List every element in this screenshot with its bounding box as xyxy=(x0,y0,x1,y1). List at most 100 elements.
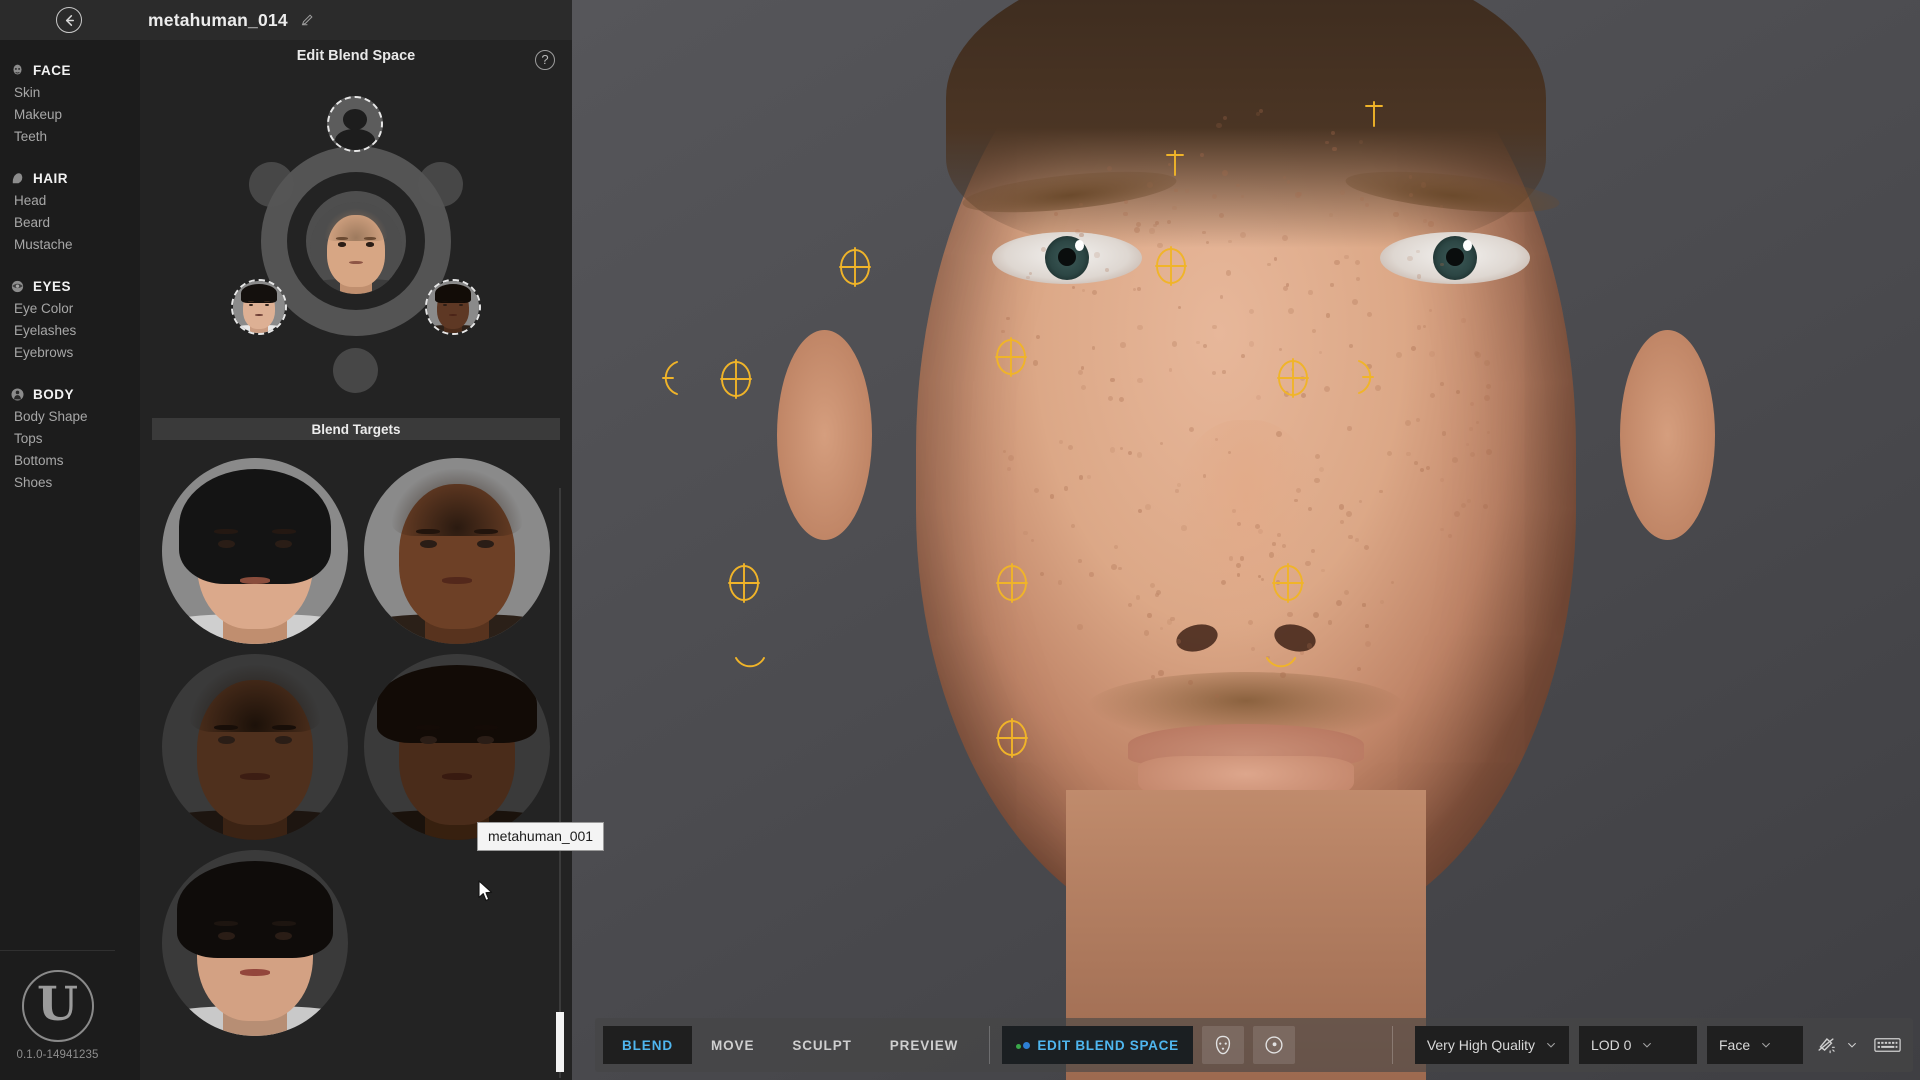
sidebar-group-label: BODY xyxy=(33,387,75,402)
character-freckles xyxy=(572,0,1920,1080)
sidebar-group-face: FACE Skin Makeup Teeth xyxy=(0,60,140,148)
face-marker[interactable] xyxy=(984,555,1040,611)
face-marker[interactable] xyxy=(716,555,772,611)
avatar xyxy=(233,281,285,333)
face-marker[interactable] xyxy=(722,640,778,696)
sidebar-item-eyebrows[interactable]: Eyebrows xyxy=(0,342,140,364)
arrow-left-circle-icon xyxy=(65,14,74,26)
hover-tooltip: metahuman_001 xyxy=(477,822,605,851)
tab-sculpt[interactable]: SCULPT xyxy=(773,1026,870,1064)
sidebar-item-head[interactable]: Head xyxy=(0,190,140,212)
unreal-logo-glyph: U xyxy=(37,976,78,1032)
face-marker[interactable] xyxy=(1143,238,1199,294)
mouse-pointer xyxy=(478,880,495,909)
tab-preview[interactable]: PREVIEW xyxy=(871,1026,978,1064)
face-marker[interactable] xyxy=(1147,135,1203,191)
hair-tuft-icon xyxy=(12,173,23,184)
lighting-button[interactable] xyxy=(1815,1026,1858,1064)
quality-select[interactable]: Very High Quality xyxy=(1414,1026,1569,1064)
face-marker[interactable] xyxy=(983,329,1039,385)
sidebar-group-label: HAIR xyxy=(33,171,68,186)
eye-icon xyxy=(11,280,24,293)
face-marker[interactable] xyxy=(1337,349,1393,405)
tab-move[interactable]: MOVE xyxy=(692,1026,773,1064)
sidebar-item-beard[interactable]: Beard xyxy=(0,212,140,234)
blend-node-upper-left[interactable] xyxy=(249,162,294,207)
body-person-icon xyxy=(11,388,24,401)
sidebar-item-face[interactable]: FACE xyxy=(0,60,140,82)
bottom-toolbar: BLEND MOVE SCULPT PREVIEW EDIT BLEND SPA… xyxy=(595,1018,1913,1072)
face-marker[interactable] xyxy=(827,239,883,295)
sidebar-group-body: BODY Body Shape Tops Bottoms Shoes xyxy=(0,384,140,494)
blend-targets-scroll-area[interactable] xyxy=(140,442,572,1080)
face-marker[interactable] xyxy=(1265,350,1321,406)
face-marker[interactable] xyxy=(1346,86,1402,142)
mode-tabs: BLEND MOVE SCULPT PREVIEW xyxy=(603,1026,977,1064)
keyboard-shortcuts-icon xyxy=(1874,1038,1901,1052)
keyboard-shortcuts-button[interactable] xyxy=(1874,1036,1901,1054)
sidebar-item-teeth[interactable]: Teeth xyxy=(0,126,140,148)
blend-target-thumbnail[interactable] xyxy=(162,850,348,1036)
sidebar-item-body-shape[interactable]: Body Shape xyxy=(0,406,140,428)
blend-target-thumbnail[interactable] xyxy=(364,654,550,840)
blend-space-wheel[interactable] xyxy=(140,64,572,404)
sidebar-item-eyes[interactable]: EYES xyxy=(0,276,140,298)
unreal-engine-footer: U 0.1.0-14941235 xyxy=(0,950,115,1080)
back-button[interactable] xyxy=(56,7,82,33)
unreal-engine-logo[interactable]: U xyxy=(21,970,94,1042)
blend-targets-header: Blend Targets xyxy=(152,418,560,440)
blend-target-thumbnail[interactable] xyxy=(364,458,550,644)
lod-select[interactable]: LOD 0 xyxy=(1579,1026,1697,1064)
sidebar-item-tops[interactable]: Tops xyxy=(0,428,140,450)
scrollbar-track xyxy=(559,488,561,1078)
sidebar-item-bottoms[interactable]: Bottoms xyxy=(0,450,140,472)
lighting-icon xyxy=(1818,1038,1835,1054)
blend-space-panel: Edit Blend Space ? Blend Targets xyxy=(140,40,572,1080)
edit-blend-space-button[interactable]: EDIT BLEND SPACE xyxy=(1002,1026,1193,1064)
quality-select-value: Very High Quality xyxy=(1426,1037,1535,1053)
blend-node-center[interactable] xyxy=(310,202,402,294)
blend-node-upper-right[interactable] xyxy=(418,162,463,207)
sidebar-item-skin[interactable]: Skin xyxy=(0,82,140,104)
sidebar-item-shoes[interactable]: Shoes xyxy=(0,472,140,494)
scrollbar-thumb[interactable] xyxy=(556,1012,564,1072)
silhouette-avatar xyxy=(329,98,381,150)
chevron-down-icon xyxy=(1848,1042,1856,1048)
face-marker[interactable] xyxy=(984,710,1040,766)
face-mask-button[interactable] xyxy=(1201,1026,1244,1064)
face-marker[interactable] xyxy=(1260,555,1316,611)
sidebar-item-makeup[interactable]: Makeup xyxy=(0,104,140,126)
sidebar-item-eyelashes[interactable]: Eyelashes xyxy=(0,320,140,342)
pencil-icon xyxy=(301,14,313,26)
sidebar-item-hair[interactable]: HAIR xyxy=(0,168,140,190)
rename-button[interactable] xyxy=(300,13,314,27)
blend-node-bottom[interactable] xyxy=(333,348,378,393)
viewport-settings: Very High Quality LOD 0 Face xyxy=(1380,1026,1913,1064)
panel-title: Edit Blend Space xyxy=(296,48,416,64)
sidebar-item-eye-color[interactable]: Eye Color xyxy=(0,298,140,320)
toolbar-divider xyxy=(989,1026,991,1064)
sidebar-group-label: EYES xyxy=(33,279,72,294)
eye-target-button[interactable] xyxy=(1252,1026,1295,1064)
page-title: metahuman_014 xyxy=(148,9,288,30)
blend-targets-grid xyxy=(140,442,572,1036)
face-marker[interactable] xyxy=(1253,640,1309,696)
sidebar-item-body[interactable]: BODY xyxy=(0,384,140,406)
chevron-down-icon xyxy=(1547,1042,1555,1048)
chevron-down-icon xyxy=(1762,1042,1771,1048)
blend-target-thumbnail[interactable] xyxy=(162,654,348,840)
blend-node-lower-left[interactable] xyxy=(231,279,287,335)
sidebar-item-mustache[interactable]: Mustache xyxy=(0,234,140,256)
face-marker[interactable] xyxy=(708,351,764,407)
app-version: 0.1.0-14941235 xyxy=(16,1049,99,1061)
blend-target-thumbnail[interactable] xyxy=(162,458,348,644)
tab-blend[interactable]: BLEND xyxy=(603,1026,692,1064)
metahuman-3d-viewport[interactable] xyxy=(572,0,1920,1080)
face-marker[interactable] xyxy=(643,350,699,406)
blend-node-top[interactable] xyxy=(327,96,383,152)
lod-select-value: LOD 0 xyxy=(1591,1037,1632,1053)
face-head-icon xyxy=(13,64,22,75)
metahuman-creator-app: metahuman_014 FACE Skin Makeup Teeth HAI… xyxy=(0,0,1920,1080)
blend-node-lower-right[interactable] xyxy=(425,279,481,335)
region-select[interactable]: Face xyxy=(1707,1026,1803,1064)
